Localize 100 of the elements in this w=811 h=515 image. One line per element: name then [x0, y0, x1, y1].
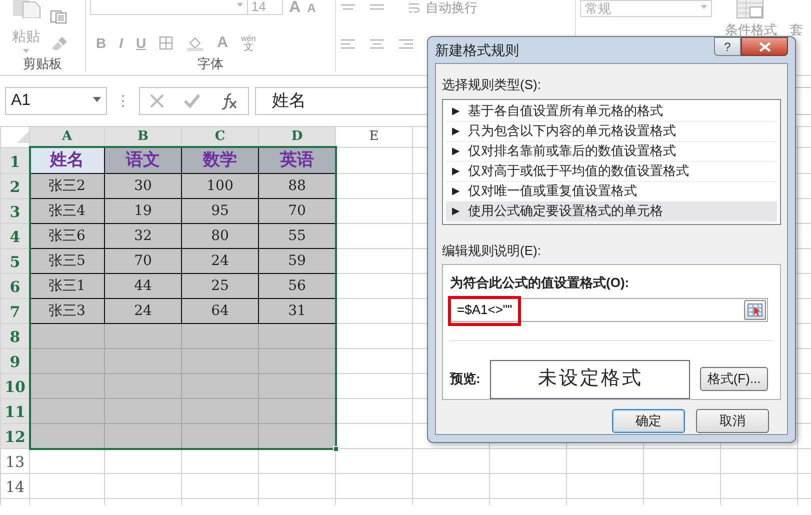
row-header[interactable]: 1: [0, 147, 30, 174]
align-center-icon[interactable]: [369, 38, 385, 50]
row-header[interactable]: 4: [0, 224, 30, 248]
row-header[interactable]: 12: [0, 424, 30, 448]
row-header[interactable]: 11: [0, 398, 30, 424]
brush-icon[interactable]: [50, 36, 68, 50]
rule-type-item[interactable]: ▶ 基于各自值设置所有单元格的格式: [446, 102, 777, 122]
number-format-value: 常规: [585, 0, 611, 18]
table-cell: 100: [182, 174, 258, 198]
table-cell: 70: [258, 198, 336, 224]
conditional-format-button[interactable]: 条件格式: [720, 0, 782, 40]
row-header[interactable]: 8: [0, 324, 30, 348]
table-cell: 44: [104, 274, 182, 298]
column-header[interactable]: B: [104, 126, 182, 147]
table-cell: 70: [104, 248, 182, 274]
table-cell: 88: [258, 174, 336, 198]
row-header[interactable]: 7: [0, 298, 30, 324]
number-format-field[interactable]: 常规: [580, 0, 712, 17]
range-picker-button[interactable]: [744, 300, 766, 320]
table-cell: 95: [182, 198, 258, 224]
font-size-value: 14: [252, 0, 266, 16]
table-cell: 19: [104, 198, 182, 224]
clipboard-icon[interactable]: [11, 0, 41, 18]
cancel-icon[interactable]: [149, 93, 165, 109]
table-cell: 张三3: [30, 298, 104, 324]
ok-button[interactable]: 确定: [612, 409, 685, 433]
header-cell: 语文: [104, 147, 182, 174]
table-cell: 张三5: [30, 248, 104, 274]
row-header[interactable]: 10: [0, 374, 30, 398]
rule-type-item[interactable]: ▶ 仅对排名靠前或靠后的数值设置格式: [446, 142, 777, 162]
rule-type-item[interactable]: ▶ 仅对高于或低于平均值的数值设置格式: [446, 162, 777, 182]
border-icon[interactable]: [159, 36, 174, 50]
shrink-font-button[interactable]: A: [307, 0, 316, 16]
help-button[interactable]: ?: [714, 37, 741, 56]
header-cell: 数学: [182, 147, 258, 174]
row-header[interactable]: 6: [0, 274, 30, 298]
header-cell: 姓名: [30, 147, 104, 174]
row-header[interactable]: 2: [0, 174, 30, 198]
table-cell: 32: [104, 224, 182, 248]
column-header[interactable]: D: [258, 126, 336, 147]
table-cell: 24: [104, 298, 182, 324]
row-header[interactable]: 14: [0, 474, 30, 498]
row-header[interactable]: 3: [0, 198, 30, 224]
preview-box: 未设定格式: [490, 360, 690, 398]
rule-type-item[interactable]: ▶ 使用公式确定要设置格式的单元格: [446, 202, 777, 222]
section-label: 选择规则类型(S):: [442, 76, 542, 94]
grid-icon: [747, 302, 763, 316]
bold-button[interactable]: B: [96, 35, 106, 51]
table-icon: [736, 0, 766, 20]
table-cell: 64: [182, 298, 258, 324]
table-cell: 55: [258, 224, 336, 248]
header-cell: 英语: [258, 147, 336, 174]
table-cell: 张三6: [30, 224, 104, 248]
table-cell: 25: [182, 274, 258, 298]
phonetic-button[interactable]: wén 文: [240, 34, 256, 52]
font-name-field[interactable]: [90, 0, 248, 15]
wrap-icon: [408, 2, 422, 14]
group-label: 字体: [198, 56, 224, 72]
align-right-icon[interactable]: [398, 38, 414, 50]
rule-type-list[interactable]: ▶ 基于各自值设置所有单元格的格式 ▶ 只为包含以下内容的单元格设置格式 ▶ 仅对排名靠前或靠后的数值设置格式 ▶ 仅对高于或低于平均值的数值设置格式 ▶ 仅对唯一值或重复值设置格式 ▶ 使用公式确定要设置格式的单元格: [442, 98, 781, 224]
row-header[interactable]: 9: [0, 348, 30, 374]
table-style-button[interactable]: 套: [790, 20, 811, 40]
close-icon: [758, 42, 772, 52]
grow-font-button[interactable]: A: [289, 0, 301, 16]
table-cell: 56: [258, 274, 336, 298]
rule-type-item[interactable]: ▶ 只为包含以下内容的单元格设置格式: [446, 122, 777, 142]
function-icon[interactable]: [219, 92, 239, 110]
table-cell: 59: [258, 248, 336, 274]
cancel-button[interactable]: 取消: [696, 409, 769, 433]
wrap-text-button[interactable]: 自动换行: [408, 0, 478, 18]
dialog-title: 新建格式规则: [435, 40, 519, 60]
fill-color-icon[interactable]: [186, 35, 204, 51]
column-header[interactable]: A: [30, 126, 104, 147]
row-header[interactable]: 5: [0, 248, 30, 274]
check-icon[interactable]: [183, 93, 201, 109]
italic-button[interactable]: I: [119, 35, 124, 51]
table-cell: 31: [258, 298, 336, 324]
copy-icon[interactable]: [50, 10, 68, 24]
preview-label: 预览:: [450, 370, 480, 388]
section-label: 编辑规则说明(E):: [442, 242, 542, 260]
field-label: 为符合此公式的值设置格式(O):: [450, 274, 630, 292]
paste-button[interactable]: 粘贴: [12, 26, 40, 47]
row-header[interactable]: 13: [0, 448, 30, 474]
grip-icon: [121, 94, 125, 108]
font-color-button[interactable]: A: [217, 35, 228, 51]
column-header[interactable]: C: [182, 126, 258, 147]
underline-button[interactable]: U: [136, 35, 146, 51]
table-cell: 张三2: [30, 174, 104, 198]
formula-text[interactable]: =$A1<>"": [451, 300, 744, 320]
close-button[interactable]: [741, 37, 788, 56]
table-cell: 30: [104, 174, 182, 198]
align-left-icon[interactable]: [340, 38, 356, 50]
font-size-field[interactable]: 14: [246, 0, 282, 15]
table-cell: 张三1: [30, 274, 104, 298]
group-label: 剪贴板: [23, 56, 62, 72]
table-cell: 24: [182, 248, 258, 274]
name-box[interactable]: A1: [5, 87, 107, 115]
format-button[interactable]: 格式(F)...: [700, 367, 768, 391]
table-cell: 80: [182, 224, 258, 248]
column-header[interactable]: E: [336, 126, 412, 147]
